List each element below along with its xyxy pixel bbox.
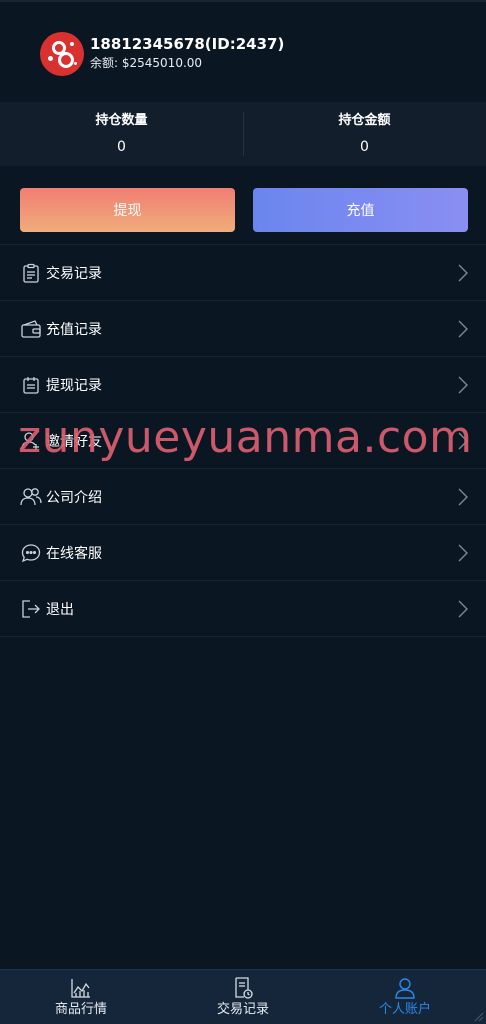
chat-icon xyxy=(20,542,42,564)
menu-item-withdraw-records[interactable]: 提现记录 xyxy=(0,357,486,413)
chevron-right-icon xyxy=(458,264,468,281)
wallet-icon xyxy=(20,318,42,340)
add-user-icon xyxy=(20,430,42,452)
person-icon xyxy=(395,978,415,999)
action-buttons: 提现 充值 xyxy=(0,166,486,244)
menu-item-label: 交易记录 xyxy=(46,265,102,282)
stat-position-amount: 持仓金额 0 xyxy=(243,102,486,166)
balance-value: $2545010.00 xyxy=(121,56,203,70)
chevron-right-icon xyxy=(458,320,468,337)
menu-item-logout[interactable]: 退出 xyxy=(0,581,486,637)
menu-item-invite-friends[interactable]: 邀请好友 xyxy=(0,413,486,469)
user-phone-id: 18812345678(ID:2437) xyxy=(90,35,285,53)
tab-market[interactable]: 商品行情 xyxy=(0,970,162,1024)
menu-item-label: 提现记录 xyxy=(46,377,102,394)
chevron-right-icon xyxy=(458,376,468,393)
tab-label: 交易记录 xyxy=(216,1002,269,1017)
menu-item-label: 在线客服 xyxy=(46,545,102,562)
tab-personal-account[interactable]: 个人账户 xyxy=(324,970,486,1024)
menu-item-online-service[interactable]: 在线客服 xyxy=(0,525,486,581)
tab-label: 商品行情 xyxy=(54,1002,107,1017)
menu-item-trade-records[interactable]: 交易记录 xyxy=(0,245,486,301)
clipboard-icon xyxy=(20,262,42,284)
menu-item-recharge-records[interactable]: 充值记录 xyxy=(0,301,486,357)
menu-item-label: 公司介绍 xyxy=(46,489,102,506)
menu-item-company-intro[interactable]: 公司介绍 xyxy=(0,469,486,525)
user-info: 18812345678(ID:2437) 余额: $2545010.00 xyxy=(90,32,284,71)
bottom-tab-bar: 商品行情 交易记录 个人账户 xyxy=(0,969,486,1024)
holdings-stats: 持仓数量 0 持仓金额 0 xyxy=(0,102,486,166)
menu-item-label: 邀请好友 xyxy=(46,433,102,450)
balance-line: 余额: $2545010.00 xyxy=(90,55,284,71)
menu-item-label: 充值记录 xyxy=(46,321,102,338)
avatar[interactable] xyxy=(40,32,84,76)
chevron-right-icon xyxy=(458,488,468,505)
chevron-right-icon xyxy=(458,432,468,449)
stat-value: 0 xyxy=(117,139,126,155)
chart-icon xyxy=(71,979,90,998)
menu-item-label: 退出 xyxy=(46,601,74,618)
users-icon xyxy=(20,486,42,508)
logout-icon xyxy=(20,598,42,620)
account-menu: 交易记录 充值记录 提现记录 邀请好友 公司介绍 在线客服 退出 xyxy=(0,244,486,637)
stat-label: 持仓数量 xyxy=(95,113,148,128)
withdraw-button[interactable]: 提现 xyxy=(20,188,235,232)
calendar-list-icon xyxy=(20,374,42,396)
stat-position-count: 持仓数量 0 xyxy=(0,102,243,166)
tab-label: 个人账户 xyxy=(378,1002,431,1017)
tab-trade-records[interactable]: 交易记录 xyxy=(162,970,324,1024)
stat-label: 持仓金额 xyxy=(338,113,391,128)
resize-grip-icon xyxy=(474,1012,484,1022)
chevron-right-icon xyxy=(458,600,468,617)
recharge-button[interactable]: 充值 xyxy=(253,188,468,232)
receipt-icon xyxy=(235,977,253,999)
profile-header: 18812345678(ID:2437) 余额: $2545010.00 xyxy=(0,0,486,102)
chevron-right-icon xyxy=(458,544,468,561)
stat-value: 0 xyxy=(360,139,369,155)
balance-label: 余额: xyxy=(90,56,119,70)
